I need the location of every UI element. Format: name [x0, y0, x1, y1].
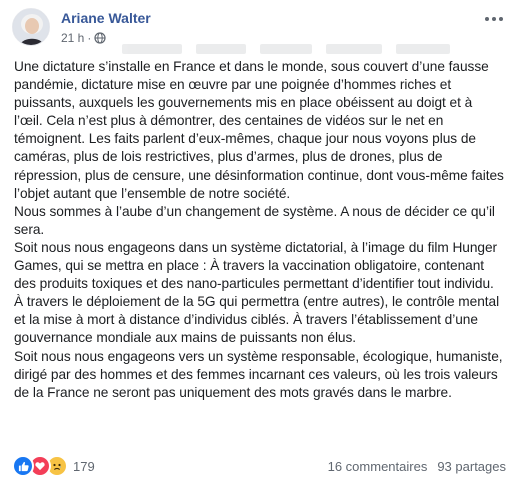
- meta-separator: ·: [87, 31, 92, 45]
- reaction-count: 179: [73, 458, 95, 474]
- avatar[interactable]: [12, 8, 50, 46]
- post-body: Une dictature s’installe en France et da…: [14, 58, 504, 402]
- post-meta: 21 h ·: [61, 31, 106, 45]
- globe-icon: [94, 32, 106, 44]
- facebook-post: Ariane Walter 21 h · Une dictature s’ins…: [0, 0, 518, 486]
- more-options-icon[interactable]: [482, 10, 506, 28]
- shares-count[interactable]: 93 partages: [437, 459, 506, 474]
- post-stats: 16 commentaires 93 partages: [328, 459, 506, 474]
- reactions-summary[interactable]: 179: [12, 455, 95, 477]
- post-paragraph: Une dictature s’installe en France et da…: [14, 59, 504, 201]
- author-name[interactable]: Ariane Walter: [61, 10, 151, 26]
- post-footer: 179 16 commentaires 93 partages: [12, 455, 506, 477]
- avatar-image: [13, 9, 49, 45]
- comments-count[interactable]: 16 commentaires: [328, 459, 428, 474]
- post-paragraph: Soit nous nous engageons dans un système…: [14, 239, 500, 346]
- like-icon: [12, 455, 34, 477]
- post-paragraph: Nous sommes à l’aube d’un changement de …: [14, 203, 495, 237]
- post-header: Ariane Walter 21 h ·: [12, 8, 506, 54]
- post-time[interactable]: 21 h: [61, 31, 84, 45]
- faded-overlay-text: [122, 44, 452, 58]
- post-paragraph: Soit nous nous engageons vers un système…: [14, 348, 503, 400]
